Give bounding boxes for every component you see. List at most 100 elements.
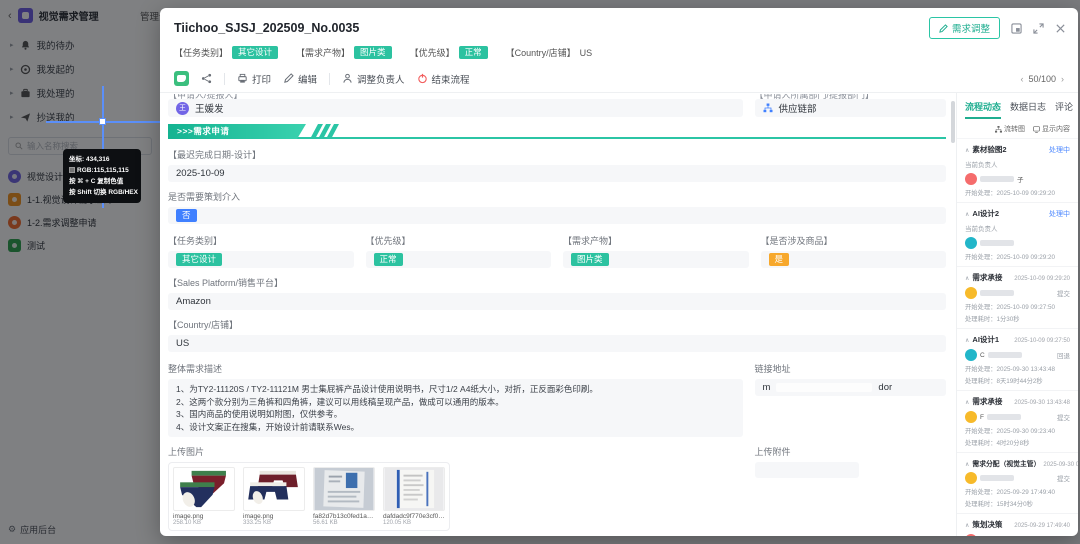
applicant-field: 王 王媛发 bbox=[168, 99, 743, 117]
collapse-icon[interactable]: ∧ bbox=[965, 337, 969, 344]
department-name: 供应链部 bbox=[779, 101, 817, 115]
picker-toggle-hint: 按 Shift 切换 RGB/HEX bbox=[69, 187, 135, 198]
form-content: 【申请人/提报人】 王 王媛发 【申请人所属部门/提报部门】 供应链部 >> bbox=[160, 93, 956, 536]
priority-label: 【优先级】 bbox=[366, 234, 552, 247]
image-card[interactable]: dafdadc9f770e3cf073....jpg 120.05 KB bbox=[383, 467, 445, 526]
image-filesize: 258.10 KB bbox=[173, 520, 235, 526]
avatar bbox=[965, 173, 977, 185]
prev-record-icon[interactable]: ‹ bbox=[1020, 74, 1023, 84]
wecom-share-icon[interactable] bbox=[174, 71, 189, 86]
meta-label: 【优先级】 bbox=[410, 46, 455, 59]
image-card[interactable]: fa82d7b13c0fed1a36....jpg 56.61 KB bbox=[313, 467, 375, 526]
pencil-icon bbox=[939, 24, 948, 33]
planner-involve-value: 否 bbox=[168, 207, 946, 224]
collapse-icon[interactable]: ∧ bbox=[965, 399, 969, 406]
node-finish-time: 2025-09-30 13:43:48 bbox=[1014, 400, 1070, 406]
image-filename: image.png bbox=[173, 513, 235, 520]
action-label: 提交 bbox=[1057, 288, 1070, 298]
timeline-card: ∧需求分配（视觉主管）2025-09-30 09:23:40 提交 开始处理：2… bbox=[957, 453, 1078, 514]
priority-value: 正常 bbox=[366, 251, 552, 268]
picker-copy-hint: 按 ⌘ + C 复制色值 bbox=[69, 176, 135, 187]
avatar bbox=[965, 237, 977, 249]
priority-tag: 正常 bbox=[459, 46, 488, 59]
status-badge: 处理中 bbox=[1049, 145, 1070, 155]
avatar bbox=[965, 534, 977, 536]
show-content-button[interactable]: 显示内容 bbox=[1033, 124, 1070, 134]
timeline-card: ∧素材验图2处理中 当前负责人 子 开始处理：2025-10-09 09:29:… bbox=[957, 139, 1078, 203]
image-filesize: 120.05 KB bbox=[383, 520, 445, 526]
avatar bbox=[965, 287, 977, 299]
image-card[interactable]: image.png 258.10 KB bbox=[173, 467, 235, 526]
content-scrollbar[interactable] bbox=[951, 101, 955, 143]
edit-button[interactable]: 编辑 bbox=[283, 72, 317, 86]
node-finish-time: 2025-09-29 17:49:40 bbox=[1014, 523, 1070, 529]
uploaded-images: image.png 258.10 KB bbox=[168, 462, 450, 531]
next-record-icon[interactable]: › bbox=[1061, 74, 1064, 84]
tab-process-activity[interactable]: 流程动态 bbox=[965, 100, 1001, 119]
fullscreen-icon[interactable] bbox=[1033, 23, 1044, 34]
flow-diagram-button[interactable]: 流转图 bbox=[995, 124, 1025, 134]
tab-data-log[interactable]: 数据日志 bbox=[1010, 100, 1046, 119]
modal-toolbar: 打印 编辑 调整负责人 结束流程 ‹ 50/100 › bbox=[160, 66, 1078, 93]
timeline-card: ∧AI设计12025-10-09 09:27:50 C回退 开始处理：2025-… bbox=[957, 329, 1078, 391]
picker-rgb: RGB:115,115,115 bbox=[69, 165, 135, 176]
reassign-button[interactable]: 调整负责人 bbox=[342, 72, 405, 86]
manual-photo-thumbnail bbox=[313, 467, 375, 511]
collapse-icon[interactable]: ∧ bbox=[965, 147, 969, 154]
timeline-card: ∧AI设计2处理中 当前负责人 开始处理：2025-10-09 09:29:20 bbox=[957, 203, 1078, 267]
timeline-card: ∧需求承接2025-10-09 09:29:20 提交 开始处理：2025-10… bbox=[957, 267, 1078, 329]
timeline-card: ∧需求承接2025-09-30 13:43:48 F提交 开始处理：2025-0… bbox=[957, 391, 1078, 453]
link-value[interactable]: m dor bbox=[755, 379, 947, 396]
redacted-name bbox=[980, 176, 1014, 182]
goods-label: 【是否涉及商品】 bbox=[761, 234, 947, 247]
planner-involve-label: 是否需要策划介入 bbox=[168, 190, 946, 203]
header-meta-row: 【任务类别】其它设计 【需求产物】图片类 【优先级】正常 【Country/店铺… bbox=[160, 41, 1078, 66]
applicant-name: 王媛发 bbox=[195, 101, 224, 115]
attachment-placeholder bbox=[755, 462, 859, 478]
end-process-button[interactable]: 结束流程 bbox=[417, 72, 470, 86]
product-value: 图片类 bbox=[563, 251, 749, 268]
collapse-icon[interactable]: ∧ bbox=[965, 275, 969, 282]
description-value: 1、为TY2-11120S / TY2-11121M 男士集屁裤产品设计使用说明… bbox=[168, 379, 743, 437]
product-tag: 图片类 bbox=[354, 46, 392, 59]
image-card[interactable]: image.png 333.25 KB bbox=[243, 467, 305, 526]
product-label: 【需求产物】 bbox=[563, 234, 749, 247]
platform-label: 【Sales Platform/销售平台】 bbox=[168, 276, 946, 289]
no-tag: 否 bbox=[176, 209, 197, 222]
redacted-name bbox=[987, 414, 1021, 420]
record-pager: ‹ 50/100 › bbox=[1020, 74, 1064, 84]
avatar bbox=[965, 411, 977, 423]
node-finish-time: 2025-09-30 09:23:40 bbox=[1043, 462, 1078, 468]
picker-coords: 坐标: 434,316 bbox=[69, 154, 135, 165]
goods-value: 是 bbox=[761, 251, 947, 268]
node-finish-time: 2025-10-09 09:29:20 bbox=[1014, 276, 1070, 282]
action-label: 提交 bbox=[1057, 473, 1070, 483]
country-value: US bbox=[168, 335, 946, 352]
manual-photo2-thumbnail bbox=[383, 467, 445, 511]
share-icon[interactable] bbox=[201, 73, 212, 84]
boxers-thumbnail bbox=[243, 467, 305, 511]
collapse-icon[interactable]: ∧ bbox=[965, 522, 969, 529]
print-button[interactable]: 打印 bbox=[237, 72, 271, 86]
collapse-icon[interactable]: ∧ bbox=[965, 211, 969, 218]
action-label: 回退 bbox=[1057, 350, 1070, 360]
close-icon[interactable] bbox=[1055, 23, 1066, 34]
briefs-thumbnail bbox=[173, 467, 235, 511]
redacted-name bbox=[988, 352, 1022, 358]
upload-attachments-label: 上传附件 bbox=[755, 445, 947, 458]
crosshair-center-handle bbox=[99, 118, 106, 125]
adjust-request-button[interactable]: 需求调整 bbox=[929, 17, 1000, 39]
timeline-card: ∧策划决策2025-09-29 17:49:40 提交 开始处理：2025-09… bbox=[957, 514, 1078, 536]
avatar bbox=[965, 472, 977, 484]
tab-comments[interactable]: 评论 bbox=[1055, 100, 1073, 119]
image-filesize: 333.25 KB bbox=[243, 520, 305, 526]
org-chart-icon bbox=[763, 103, 773, 113]
link-label: 链接地址 bbox=[755, 362, 947, 375]
category-label: 【任务类别】 bbox=[168, 234, 354, 247]
float-window-icon[interactable] bbox=[1011, 23, 1022, 34]
display-icon bbox=[1033, 126, 1040, 133]
country-value: US bbox=[580, 48, 593, 58]
collapse-icon[interactable]: ∧ bbox=[965, 461, 969, 468]
action-label: 提交 bbox=[1057, 412, 1070, 422]
redacted-link bbox=[776, 383, 872, 392]
